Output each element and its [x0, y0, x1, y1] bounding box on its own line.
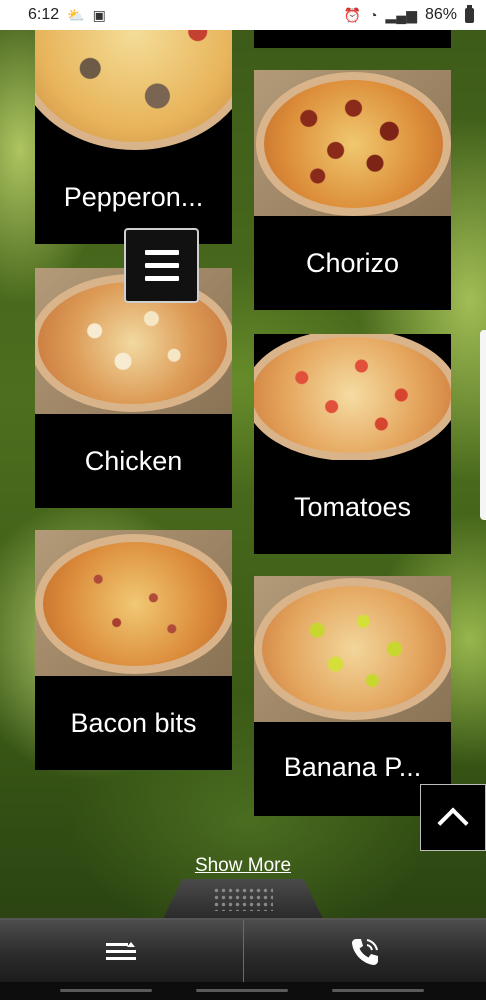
pizza-image — [254, 334, 451, 460]
menu-card-chorizo[interactable]: Chorizo — [254, 70, 451, 310]
pizza-image — [35, 30, 232, 152]
status-bar: 6:12 ⛅ ▣ ⏰ ◔ ▂▄▆ 86% — [0, 0, 486, 30]
menu-card-chicken[interactable]: Chicken — [35, 268, 232, 508]
bottom-action-bar — [0, 918, 486, 984]
menu-card-pepperoni[interactable]: Pepperon... — [35, 30, 232, 244]
menu-list-button[interactable] — [0, 920, 243, 984]
nav-recents-indicator[interactable] — [60, 989, 152, 992]
scroll-to-top-button[interactable] — [420, 784, 486, 851]
system-navigation-bar — [0, 982, 486, 1000]
show-more-link[interactable]: Show More — [0, 855, 486, 877]
menu-card-partial[interactable] — [254, 30, 451, 48]
signal-icon: ▂▄▆ — [385, 6, 417, 23]
pizza-image — [254, 70, 451, 216]
hamburger-icon — [144, 250, 179, 255]
alarm-icon: ⏰ — [343, 6, 362, 23]
pizza-image — [254, 576, 451, 722]
nav-back-indicator[interactable] — [332, 989, 424, 992]
menu-card-label: Chicken — [84, 446, 183, 476]
menu-card-bacon-bits[interactable]: Bacon bits — [35, 530, 232, 770]
wifi-icon: ◔ — [369, 7, 378, 23]
list-sort-icon — [106, 942, 137, 960]
battery-percent: 86% — [424, 6, 457, 23]
menu-card-label: Chorizo — [305, 248, 400, 278]
menu-card-banana-peppers[interactable]: Banana P... — [254, 576, 451, 816]
call-button[interactable] — [242, 920, 486, 984]
menu-card-label: Bacon bits — [70, 708, 197, 738]
gallery-icon: ▣ — [92, 6, 106, 23]
grip-icon — [213, 887, 273, 911]
hamburger-menu-button[interactable] — [124, 228, 199, 303]
pizza-image — [35, 530, 232, 676]
menu-card-label: Banana P... — [283, 752, 422, 782]
chevron-up-icon — [437, 806, 469, 839]
menu-card-tomatoes[interactable]: Tomatoes — [254, 334, 451, 554]
status-time: 6:12 — [28, 6, 60, 23]
battery-icon — [465, 4, 474, 23]
nav-home-indicator[interactable] — [196, 989, 288, 992]
phone-icon — [351, 939, 378, 965]
drawer-handle[interactable] — [163, 879, 323, 919]
menu-card-label: Pepperon... — [63, 182, 204, 212]
edge-panel-handle[interactable] — [480, 330, 486, 520]
menu-card-label: Tomatoes — [293, 492, 412, 522]
weather-icon: ⛅ — [67, 6, 85, 23]
